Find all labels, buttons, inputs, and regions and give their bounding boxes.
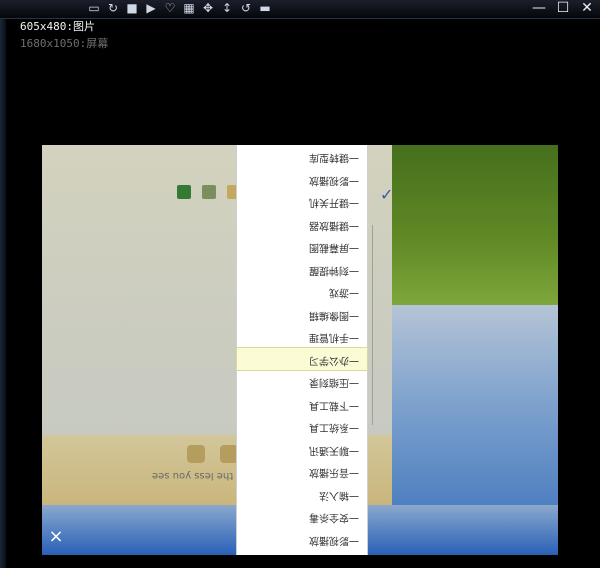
menu-item[interactable]: 一输入法 bbox=[237, 483, 367, 506]
menu-item-label: 一压缩刻录 bbox=[309, 376, 359, 388]
menu-item-label: 一刻钟提醒 bbox=[309, 264, 359, 275]
menu-item[interactable]: 一办公学习 bbox=[236, 346, 368, 371]
menu-item-label: 一聊天通讯 bbox=[309, 444, 359, 455]
menu-item[interactable]: 一手机管理 bbox=[237, 325, 367, 348]
menu-item[interactable]: 一键播放器 bbox=[237, 213, 367, 236]
menu-item[interactable]: 一系统工具 bbox=[237, 415, 367, 438]
menu-item[interactable]: 一影视播放 bbox=[237, 168, 367, 191]
image-preview: ✓ the less you see 一键转型库 一影视播放 一键开关机 一键播放器一… bbox=[42, 145, 558, 555]
fullscreen-icon[interactable]: ▬ bbox=[257, 1, 273, 15]
menu-item[interactable]: 一刻钟提醒 bbox=[237, 258, 367, 281]
close-icon[interactable]: × bbox=[46, 527, 66, 547]
menu-item[interactable]: 一图像编辑 bbox=[237, 303, 367, 326]
menu-item-label: 一输入法 bbox=[319, 489, 359, 500]
menu-item[interactable]: 一影视播放 bbox=[237, 528, 367, 551]
play-icon[interactable]: ▶ bbox=[143, 1, 159, 15]
menu-item[interactable]: 一聊天通讯 bbox=[237, 438, 367, 461]
menu-item-label: 一手机管理 bbox=[309, 331, 359, 343]
move-icon[interactable]: ✥ bbox=[200, 1, 216, 15]
image-icon[interactable]: ▦ bbox=[181, 1, 197, 15]
menu-item[interactable]: 一键开关机 bbox=[237, 190, 367, 213]
menu-item-label: 一键转型库 bbox=[309, 151, 359, 163]
menu-item-label: 一影视播放 bbox=[309, 534, 359, 545]
menu-item[interactable]: 一安全杀毒 bbox=[237, 505, 367, 528]
popup-menu: 一键转型库 一影视播放 一键开关机 一键播放器 一屏幕截图 一刻钟提醒 一游戏 一图像编辑 一手… bbox=[236, 145, 368, 555]
menu-item-label: 一键开关机 bbox=[309, 196, 359, 208]
menu-item[interactable]: 一下载工具 bbox=[237, 393, 367, 416]
menu-item-label: 一影视播放 bbox=[309, 174, 359, 185]
menu-item[interactable]: 一屏幕截图 bbox=[237, 235, 367, 258]
menu-item[interactable]: 一压缩刻录 bbox=[237, 370, 367, 393]
menu-item-label: 一音乐播放 bbox=[309, 466, 359, 478]
rotate-icon[interactable]: ↺ bbox=[238, 1, 254, 15]
menu-item-label: 一下载工具 bbox=[309, 399, 359, 410]
window-controls: — ☐ ✕ bbox=[532, 0, 594, 17]
toolbar: ▭ ↻ ■ ▶ ♡ ▦ ✥ ↕ ↺ ▬ bbox=[86, 1, 273, 15]
image-size-label: 605x480:图片 bbox=[20, 20, 95, 33]
menu-item-label: 一浏览器 bbox=[319, 550, 359, 555]
menu-item-label: 一系统工具 bbox=[309, 421, 359, 433]
monitor-icon[interactable]: ▭ bbox=[86, 1, 102, 15]
vertical-resize-icon[interactable]: ↕ bbox=[219, 1, 235, 15]
menu-item[interactable]: 一音乐播放 bbox=[237, 460, 367, 483]
menu-item-label: 一安全杀毒 bbox=[309, 511, 359, 523]
menu-item[interactable]: 一键转型库 bbox=[237, 145, 367, 168]
menu-item-label: 一键播放器 bbox=[309, 219, 359, 230]
menu-item-label: 一游戏 bbox=[329, 286, 359, 298]
menu-item-label: 一办公学习 bbox=[309, 354, 359, 365]
title-bar: ▭ ↻ ■ ▶ ♡ ▦ ✥ ↕ ↺ ▬ — ☐ ✕ bbox=[0, 0, 600, 19]
screen-size-label: 1680x1050:屏幕 bbox=[20, 37, 109, 50]
stop-icon[interactable]: ■ bbox=[124, 1, 140, 15]
window-side-border bbox=[0, 0, 6, 568]
menu-item-label: 一屏幕截图 bbox=[309, 241, 359, 253]
viewer-window: ▭ ↻ ■ ▶ ♡ ▦ ✥ ↕ ↺ ▬ — ☐ ✕ 605x480:图片 168… bbox=[0, 0, 600, 568]
menu-item-label: 一图像编辑 bbox=[309, 309, 359, 320]
close-button[interactable]: ✕ bbox=[580, 0, 594, 17]
minimize-button[interactable]: — bbox=[532, 0, 546, 17]
menu-item[interactable]: 一游戏 bbox=[237, 280, 367, 303]
maximize-button[interactable]: ☐ bbox=[556, 0, 570, 17]
refresh-icon[interactable]: ↻ bbox=[105, 1, 121, 15]
heart-icon[interactable]: ♡ bbox=[162, 1, 178, 15]
menu-item[interactable]: 一浏览器 bbox=[237, 550, 367, 555]
